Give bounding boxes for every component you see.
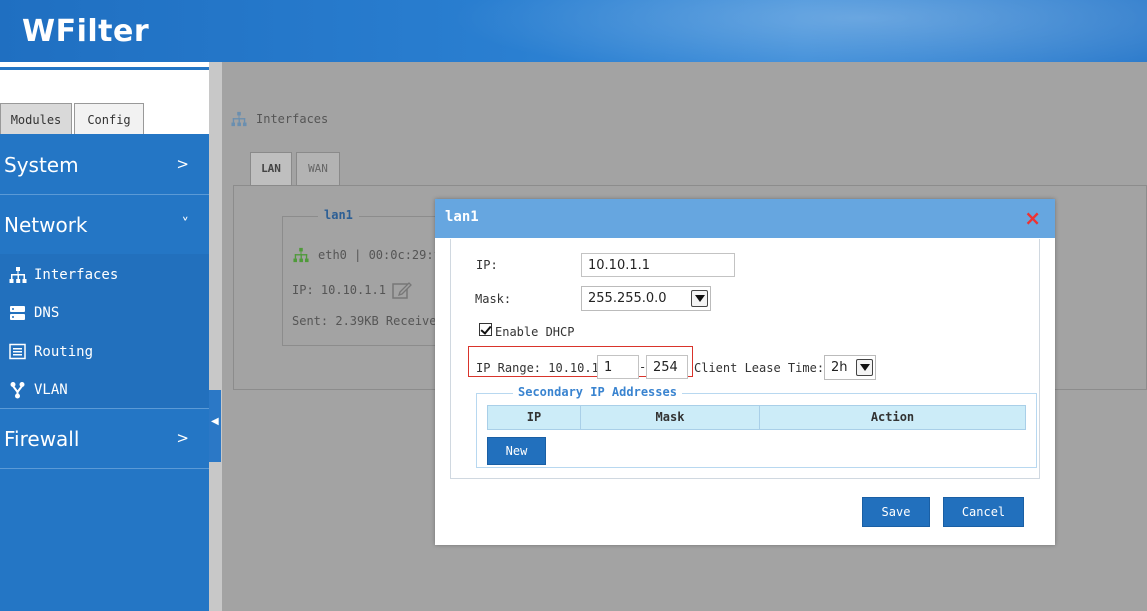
banner-decoration bbox=[380, 0, 1147, 62]
menu-system-label: System bbox=[4, 153, 79, 177]
breadcrumb-label: Interfaces bbox=[256, 112, 329, 126]
chevron-right-icon: > bbox=[176, 429, 189, 447]
sidebar-divider bbox=[209, 62, 222, 611]
column-header-ip: IP bbox=[488, 406, 581, 429]
lease-time-label: Client Lease Time: bbox=[694, 361, 825, 375]
dialog-title: lan1 bbox=[445, 209, 479, 225]
secondary-ip-title: Secondary IP Addresses bbox=[513, 385, 682, 399]
network-tree-icon bbox=[230, 111, 248, 127]
new-secondary-ip-button[interactable]: New bbox=[487, 437, 546, 465]
ip-input[interactable] bbox=[581, 253, 735, 277]
chevron-down-icon: ˅ bbox=[181, 215, 190, 233]
mask-select[interactable]: 255.255.0.0 bbox=[581, 286, 711, 311]
sidebar-item-dns[interactable]: DNS bbox=[8, 303, 59, 323]
mask-select-value: 255.255.0.0 bbox=[588, 291, 667, 306]
ip-range-label: IP Range: 10.10.1. bbox=[476, 361, 607, 375]
dialog-header: lan1 × bbox=[435, 199, 1055, 238]
lan1-ip-line: IP: 10.10.1.1 bbox=[292, 280, 412, 300]
network-tree-icon bbox=[293, 247, 309, 263]
tab-lan[interactable]: LAN bbox=[250, 152, 292, 186]
column-header-mask: Mask bbox=[581, 406, 760, 429]
mask-label: Mask: bbox=[475, 292, 512, 306]
ip-label: IP: bbox=[476, 258, 498, 272]
menu-system[interactable]: System > bbox=[0, 135, 209, 195]
lan1-ip-text: IP: 10.10.1.1 bbox=[292, 283, 386, 297]
sidebar-item-label: VLAN bbox=[34, 382, 68, 398]
column-header-action: Action bbox=[870, 410, 915, 424]
sidebar-item-label: Interfaces bbox=[34, 267, 119, 283]
breadcrumb: Interfaces bbox=[230, 111, 328, 127]
menu-network-label: Network bbox=[4, 213, 88, 237]
sidebar-item-label: Routing bbox=[34, 344, 94, 360]
lan1-card-title: lan1 bbox=[318, 208, 359, 222]
lan1-traffic-line: Sent: 2.39KB Receive bbox=[292, 314, 437, 328]
sidebar-item-label: DNS bbox=[34, 305, 60, 321]
enable-dhcp-label: Enable DHCP bbox=[495, 325, 575, 339]
app-logo: WFilter bbox=[22, 14, 150, 49]
chevron-down-icon bbox=[691, 290, 708, 307]
chevron-right-icon: > bbox=[176, 155, 189, 173]
lease-time-value: 2h bbox=[831, 360, 848, 375]
close-icon[interactable]: × bbox=[1024, 207, 1041, 229]
menu-network[interactable]: Network ˅ bbox=[0, 195, 209, 255]
menu-firewall[interactable]: Firewall > bbox=[0, 409, 209, 469]
list-icon bbox=[8, 343, 28, 361]
tab-modules[interactable]: Modules bbox=[0, 103, 72, 134]
menu-firewall-label: Firewall bbox=[4, 427, 80, 451]
chevron-down-icon bbox=[856, 359, 873, 376]
fork-icon bbox=[8, 381, 28, 399]
sidebar-item-routing[interactable]: Routing bbox=[8, 342, 93, 362]
lease-time-select[interactable]: 2h bbox=[824, 355, 876, 380]
lan1-port-text: eth0 | 00:0c:29:fa bbox=[318, 248, 449, 262]
sidebar-collapse-handle[interactable]: ◀ bbox=[209, 390, 221, 462]
secondary-ip-table-header: IP Mask Action bbox=[487, 405, 1026, 430]
edit-icon[interactable] bbox=[392, 280, 412, 300]
network-tree-icon bbox=[8, 266, 28, 284]
ip-range-end-input[interactable] bbox=[646, 355, 688, 379]
sidebar-item-interfaces[interactable]: Interfaces bbox=[8, 265, 118, 285]
lan1-port-line: eth0 | 00:0c:29:fa bbox=[292, 247, 448, 263]
tab-wan[interactable]: WAN bbox=[296, 152, 340, 186]
cancel-button[interactable]: Cancel bbox=[943, 497, 1024, 527]
tab-config[interactable]: Config bbox=[74, 103, 144, 134]
enable-dhcp-checkbox[interactable] bbox=[479, 323, 492, 336]
save-button[interactable]: Save bbox=[862, 497, 930, 527]
sidebar-item-vlan[interactable]: VLAN bbox=[8, 380, 68, 400]
ip-range-start-input[interactable] bbox=[597, 355, 639, 379]
top-banner: WFilter bbox=[0, 0, 1147, 62]
collapse-arrow-icon: ◀ bbox=[211, 416, 219, 427]
network-submenu: Interfaces DNS Routing VLAN bbox=[0, 254, 209, 409]
server-icon bbox=[8, 304, 28, 322]
